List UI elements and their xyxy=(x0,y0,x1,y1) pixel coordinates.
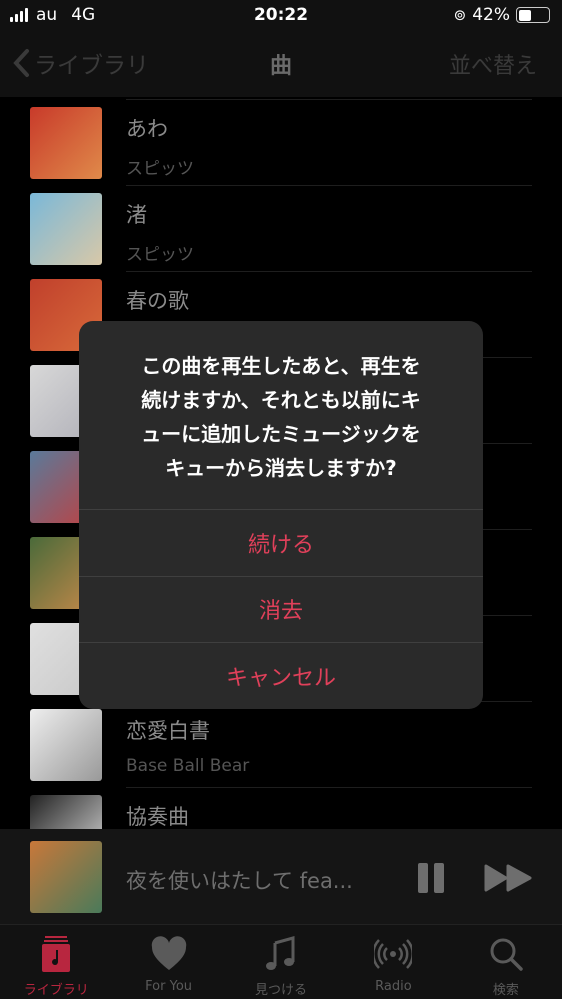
row-divider xyxy=(126,271,532,272)
now-playing-title[interactable]: 夜を使いはたして fea... xyxy=(126,865,353,895)
tab-browse[interactable]: 見つける xyxy=(225,925,337,999)
message-line: ューに追加したミュージックを xyxy=(141,422,421,446)
album-artwork xyxy=(30,193,102,265)
message-line: キューから消去しますか? xyxy=(165,456,397,480)
radio-icon xyxy=(374,939,413,969)
fast-forward-button[interactable] xyxy=(484,864,532,892)
song-row[interactable]: 渚 スピッツ xyxy=(0,193,562,279)
song-row[interactable] xyxy=(0,97,562,107)
song-title: 春の歌 xyxy=(126,289,189,313)
navigation-bar: ライブラリ 曲 並べ替え xyxy=(0,34,562,97)
back-button[interactable]: ライブラリ xyxy=(12,46,149,80)
cancel-button[interactable]: キャンセル xyxy=(79,642,483,709)
song-row[interactable]: 協奏曲 xyxy=(0,795,562,829)
tab-label: ライブラリ xyxy=(23,983,89,998)
page-title: 曲 xyxy=(269,54,292,79)
message-line: この曲を再生したあと、再生を xyxy=(141,354,421,378)
tab-label: For You xyxy=(145,979,193,994)
battery-icon xyxy=(516,7,550,23)
song-artist: スピッツ xyxy=(126,245,194,265)
song-row[interactable]: 恋愛白書 Base Ball Bear xyxy=(0,709,562,795)
song-title: あわ xyxy=(126,117,168,141)
tab-label: 見つける xyxy=(255,983,308,998)
pause-button[interactable] xyxy=(418,863,444,893)
library-icon xyxy=(42,936,71,972)
tab-search[interactable]: 検索 xyxy=(450,925,562,999)
tab-for-you[interactable]: For You xyxy=(112,925,224,999)
tab-library[interactable]: ライブラリ xyxy=(0,925,112,999)
row-divider xyxy=(126,787,532,788)
music-note-icon xyxy=(266,936,295,970)
orientation-lock-icon: ⊚ xyxy=(453,6,467,24)
song-artist: スピッツ xyxy=(126,159,194,179)
song-title: 協奏曲 xyxy=(126,805,189,829)
row-divider xyxy=(126,185,532,186)
search-icon xyxy=(490,938,523,971)
song-artist: Base Ball Bear xyxy=(126,756,250,776)
battery-percent: 42% xyxy=(472,5,510,25)
queue-alert-dialog: この曲を再生したあと、再生を 続けますか、それとも以前にキ ューに追加したミュー… xyxy=(79,321,483,709)
message-line: 続けますか、それとも以前にキ xyxy=(141,388,421,412)
now-playing-artwork xyxy=(30,841,102,913)
heart-icon xyxy=(151,936,186,970)
clear-button[interactable]: 消去 xyxy=(79,575,483,643)
album-artwork xyxy=(30,795,102,829)
song-title: 渚 xyxy=(126,203,147,227)
sort-button[interactable]: 並べ替え xyxy=(449,48,537,80)
mini-player[interactable]: 夜を使いはたして fea... xyxy=(0,829,562,925)
song-row[interactable]: あわ スピッツ xyxy=(0,107,562,193)
album-artwork xyxy=(30,709,102,781)
tab-bar: ライブラリ For You 見つける Radio 検索 xyxy=(0,925,562,999)
chevron-left-icon xyxy=(13,49,29,77)
album-artwork xyxy=(30,107,102,179)
back-label: ライブラリ xyxy=(34,53,149,79)
status-bar: au 4G 20:22 ⊚ 42% xyxy=(0,0,562,34)
tab-radio[interactable]: Radio xyxy=(337,925,449,999)
song-title: 恋愛白書 xyxy=(126,719,210,743)
alert-message: この曲を再生したあと、再生を 続けますか、それとも以前にキ ューに追加したミュー… xyxy=(79,321,483,509)
tab-label: 検索 xyxy=(492,983,519,998)
row-divider xyxy=(126,99,532,100)
tab-label: Radio xyxy=(375,979,412,994)
continue-button[interactable]: 続ける xyxy=(79,509,483,576)
